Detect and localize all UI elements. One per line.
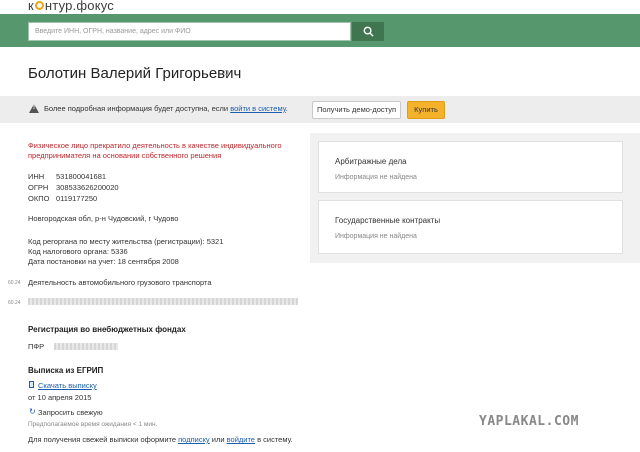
watermark: YAPLAKAL.COM	[479, 414, 579, 429]
footer-text: Для получения свежей выписки оформите	[28, 435, 179, 444]
card-title: Государственные контракты	[335, 216, 441, 225]
search-icon	[363, 26, 374, 37]
inn-label: ИНН	[28, 172, 45, 181]
document-icon	[29, 381, 34, 388]
inn-value: 531800041681	[56, 172, 107, 181]
notice-text: Более подробная информация будет доступн…	[44, 104, 288, 113]
search-input[interactable]: Введите ИНН, ОГРН, название, адрес или Ф…	[28, 22, 351, 41]
notice-message: Более подробная информация будет доступн…	[44, 104, 231, 113]
logo-text-end: нтур.фокус	[44, 0, 114, 13]
activity-code: 60.24	[8, 280, 21, 286]
logo-o-icon	[34, 1, 44, 10]
ogrn-label: ОГРН	[28, 183, 49, 192]
login-link[interactable]: войти в систему	[230, 104, 286, 113]
status-line-2: предпринимателя на основании собственног…	[28, 151, 222, 160]
wait-time: Предполагаемое время ожидания < 1 мин.	[28, 421, 158, 428]
ogrn-value: 308533626200020	[56, 183, 119, 192]
download-extract-link[interactable]: Скачать выписку	[38, 381, 97, 390]
status-line-1: Физическое лицо прекратило деятельность …	[28, 141, 282, 150]
extract-date: от 10 апреля 2015	[28, 393, 92, 402]
footer-text: или	[209, 435, 227, 444]
address: Новгородская обл, р-н Чудовский, г Чудов…	[28, 214, 179, 223]
refresh-icon[interactable]: ↻	[29, 407, 36, 416]
buy-button[interactable]: Купить	[407, 101, 445, 119]
registration-date: Дата постановки на учет: 18 сентября 200…	[28, 257, 179, 266]
card-title: Арбитражные дела	[335, 157, 407, 166]
contracts-card[interactable]: Государственные контракты Информация не …	[318, 200, 623, 254]
extract-footer: Для получения свежей выписки оформите по…	[28, 435, 293, 444]
warning-icon	[29, 104, 39, 113]
notice-suffix: .	[285, 104, 288, 113]
okpo-label: ОКПО	[28, 194, 50, 203]
registration-code: Код регоргана по месту жительства (регис…	[28, 237, 224, 246]
request-fresh-link[interactable]: Запросить свежую	[38, 408, 103, 417]
logo-text-start: к	[28, 0, 34, 13]
search-icon[interactable]: Q	[224, 70, 229, 77]
tax-code: Код налогового органа: 5336	[28, 247, 128, 256]
card-status: Информация не найдена	[335, 233, 417, 240]
demo-access-button[interactable]: Получить демо-доступ	[312, 101, 401, 119]
logo[interactable]: к нтур.фокус	[28, 0, 114, 13]
subscription-link[interactable]: подписку	[178, 435, 210, 444]
egrip-heading: Выписка из ЕГРИП	[28, 366, 104, 375]
activity-code: 60.24	[8, 300, 21, 306]
page-title: Болотин Валерий Григорьевич	[28, 65, 242, 82]
right-panel: Арбитражные дела Информация не найдена Г…	[310, 133, 640, 263]
activity-hidden	[28, 298, 298, 305]
funds-heading: Регистрация во внебюджетных фондах	[28, 325, 186, 334]
card-status: Информация не найдена	[335, 174, 417, 181]
activity-main: Деятельность автомобильного грузового тр…	[28, 278, 212, 287]
footer-text: в систему.	[254, 435, 293, 444]
okpo-value: 0119177250	[56, 194, 98, 203]
arbitration-card[interactable]: Арбитражные дела Информация не найдена	[318, 141, 623, 193]
search-button[interactable]	[352, 22, 384, 41]
pfr-hidden-value	[54, 343, 118, 350]
pfr-label: ПФР	[28, 342, 45, 351]
login-link[interactable]: войдите	[227, 435, 255, 444]
